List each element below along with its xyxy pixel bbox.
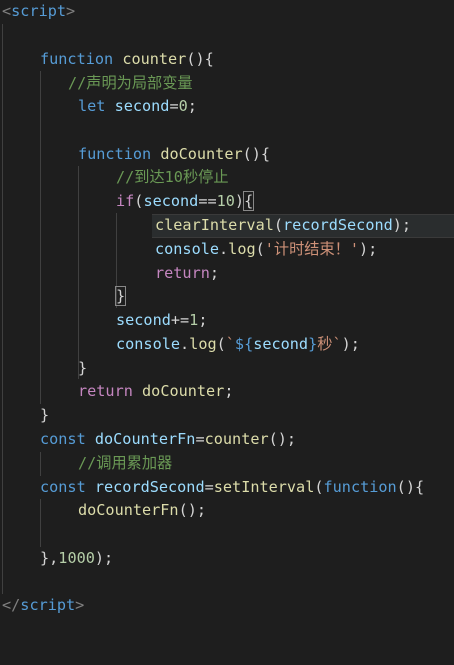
- string: '计时结束！': [264, 240, 359, 258]
- punctuation: .: [180, 335, 190, 353]
- keyword: function: [40, 50, 114, 68]
- code-line: //调用累加器: [0, 452, 454, 476]
- code-line: </script>: [0, 594, 454, 618]
- code-line: doCounterFn();: [0, 499, 454, 523]
- comment: //调用累加器: [78, 454, 173, 472]
- variable: second: [114, 97, 170, 115]
- punctuation: (){: [186, 50, 214, 68]
- keyword: const: [40, 477, 86, 496]
- bracket: }: [40, 406, 50, 424]
- variable: second: [116, 311, 171, 329]
- code-line: console.log(`${second}秒`);: [0, 333, 454, 357]
- punctuation: (: [216, 335, 226, 353]
- variable: second: [143, 192, 199, 210]
- template-brace: }: [308, 335, 318, 353]
- function-call: doCounterFn: [78, 501, 179, 519]
- code-line: function counter(){: [0, 48, 454, 72]
- code-line: second+=1;: [0, 309, 454, 333]
- matched-bracket: {: [243, 191, 255, 211]
- code-line: function doCounter(){: [0, 143, 454, 167]
- number: 0: [178, 97, 188, 115]
- tag-name: script: [20, 596, 76, 614]
- function-name: counter: [122, 50, 187, 68]
- template-string: `: [225, 335, 235, 353]
- keyword: function: [323, 477, 397, 496]
- punctuation: ();: [268, 430, 297, 448]
- operator: =: [204, 477, 214, 496]
- punctuation: },: [40, 549, 59, 567]
- bracket: }: [78, 358, 88, 377]
- code-line: if(second==10){: [0, 190, 454, 214]
- punctuation: (: [273, 216, 284, 234]
- code-line: }: [0, 404, 454, 428]
- variable: recordSecond: [283, 216, 393, 234]
- keyword: return: [78, 382, 133, 400]
- number: 10: [216, 192, 235, 210]
- code-line: const doCounterFn=counter();: [0, 428, 454, 452]
- punctuation: ();: [178, 501, 207, 519]
- keyword: const: [40, 430, 86, 448]
- object: console: [155, 240, 220, 258]
- comment: //到达10秒停止: [116, 168, 229, 186]
- code-line: return doCounter;: [0, 380, 454, 404]
- object: console: [116, 335, 181, 353]
- punctuation: .: [219, 240, 229, 258]
- code-line: }: [0, 357, 454, 381]
- template-string: 秒`: [317, 335, 342, 353]
- function-call: setInterval: [213, 477, 315, 496]
- code-line: let second=0;: [0, 95, 454, 119]
- code-line: <script>: [0, 0, 454, 24]
- code-line: console.log('计时结束！');: [0, 238, 454, 262]
- operator: =: [169, 97, 179, 115]
- function-name: doCounter: [160, 144, 243, 163]
- function-name: doCounter: [142, 382, 225, 400]
- code-line: return;: [0, 262, 454, 286]
- operator: =: [195, 430, 205, 448]
- punctuation: (: [255, 240, 265, 258]
- punctuation: ;: [224, 382, 234, 400]
- function-call: clearInterval: [155, 216, 274, 234]
- code-line: },1000);: [0, 547, 454, 571]
- code-line: //到达10秒停止: [0, 166, 454, 190]
- function-call: log: [228, 240, 256, 258]
- function-call: counter: [204, 430, 269, 448]
- tag-name: script: [11, 2, 67, 20]
- punctuation: (: [314, 477, 324, 496]
- operator: ==: [198, 192, 217, 210]
- tag-bracket: >: [66, 2, 76, 20]
- number: 1000: [58, 549, 95, 567]
- punctuation: (){: [396, 477, 425, 496]
- code-line: //声明为局部变量: [0, 72, 454, 96]
- punctuation: );: [359, 240, 378, 258]
- code-line: const recordSecond=setInterval(function(…: [0, 476, 454, 500]
- tag-bracket: <: [2, 2, 12, 20]
- template-brace: ${: [234, 335, 254, 353]
- punctuation: ;: [209, 263, 220, 282]
- tag-bracket: </: [2, 596, 21, 614]
- punctuation: );: [94, 549, 114, 567]
- variable: recordSecond: [94, 477, 205, 496]
- matched-bracket: }: [114, 286, 127, 306]
- punctuation: ): [234, 192, 245, 210]
- function-call: log: [189, 335, 217, 353]
- code-line: clearInterval(recordSecond);: [0, 214, 454, 238]
- code-line: }: [0, 285, 454, 309]
- punctuation: ;: [198, 311, 208, 329]
- comment: //声明为局部变量: [68, 73, 193, 92]
- keyword: return: [155, 263, 210, 282]
- variable: doCounterFn: [94, 430, 196, 448]
- punctuation: ;: [187, 97, 197, 115]
- variable: second: [253, 335, 309, 353]
- number: 1: [189, 311, 199, 329]
- code-editor[interactable]: <script> function counter(){ //声明为局部变量 l…: [0, 0, 454, 618]
- operator: +=: [170, 311, 190, 329]
- punctuation: );: [341, 335, 360, 353]
- punctuation: (){: [242, 144, 271, 163]
- keyword: if: [116, 192, 135, 210]
- punctuation: );: [392, 216, 412, 234]
- keyword: let: [78, 97, 106, 115]
- tag-bracket: >: [75, 596, 85, 614]
- keyword: function: [78, 144, 152, 163]
